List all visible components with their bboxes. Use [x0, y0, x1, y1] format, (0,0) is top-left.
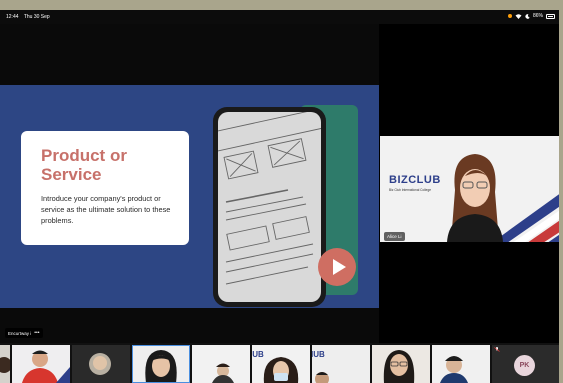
screen-share-pane[interactable]: Product or Service Introduce your compan… [0, 24, 379, 344]
presentation-slide: Product or Service Introduce your compan… [0, 85, 379, 308]
participant-initials-avatar: PK [514, 355, 535, 376]
participant-video-image: IUB [312, 345, 370, 383]
participant-thumbnail[interactable]: IUB [252, 345, 310, 383]
battery-percent: 86% [532, 13, 543, 19]
svg-text:IUB: IUB [252, 350, 264, 359]
svg-text:IUB: IUB [312, 350, 325, 359]
moon-icon [525, 13, 530, 19]
status-date: Thu 30 Sep [23, 14, 50, 20]
wifi-icon [515, 13, 522, 19]
speaker-person-image [447, 154, 503, 242]
participant-video-image [132, 345, 190, 383]
participant-thumbnail[interactable]: IUB [312, 345, 370, 383]
participant-thumbnail[interactable] [0, 345, 10, 383]
slide-body: Introduce your company's product or serv… [41, 194, 171, 225]
presenter-name: Encurtway i [8, 330, 32, 336]
orange-dot-icon [507, 14, 512, 18]
status-time: 12:44 [6, 14, 19, 20]
play-icon [333, 259, 346, 275]
participant-video-image [372, 345, 430, 383]
status-bar: 12:44 Thu 30 Sep 86% [0, 10, 559, 24]
participant-video-image: IUB [252, 345, 310, 383]
wireframe-sketch-image [218, 112, 321, 302]
bizclub-logo-text: BIZCLUB [389, 174, 441, 186]
speaker-name: Alice Li [387, 234, 402, 239]
slide-text-card: Product or Service Introduce your compan… [21, 131, 189, 245]
participant-strip[interactable]: IUB IUB [0, 343, 559, 383]
speaker-video-tile[interactable]: BIZCLUB Biz Club International College A… [380, 136, 559, 242]
play-button[interactable] [318, 248, 356, 286]
participant-video-image [72, 345, 130, 383]
participant-thumbnail[interactable]: PK [492, 345, 559, 383]
participant-thumbnail[interactable] [192, 345, 250, 383]
mic-muted-icon [494, 347, 500, 352]
slide-title: Product or Service [41, 146, 127, 184]
more-options-icon[interactable]: ••• [34, 330, 39, 336]
bizclub-subtitle: Biz Club International College [389, 188, 431, 192]
participant-thumbnail[interactable] [12, 345, 70, 383]
speaker-name-label: Alice Li [384, 232, 405, 241]
participant-thumbnail[interactable] [72, 345, 130, 383]
phone-mockup-image [213, 107, 326, 307]
participant-video-image [432, 345, 490, 383]
battery-icon [546, 13, 555, 19]
meeting-window: 12:44 Thu 30 Sep 86% Product or Service … [0, 10, 559, 383]
participant-video-image [192, 345, 250, 383]
participant-video-image [12, 345, 70, 383]
status-right: 86% [507, 13, 555, 19]
participant-thumbnail[interactable] [432, 345, 490, 383]
status-left: 12:44 Thu 30 Sep [6, 14, 54, 20]
participant-thumbnail-selected[interactable] [132, 345, 190, 383]
participant-thumbnail[interactable] [372, 345, 430, 383]
presenter-name-label[interactable]: Encurtway i ••• [5, 328, 43, 338]
